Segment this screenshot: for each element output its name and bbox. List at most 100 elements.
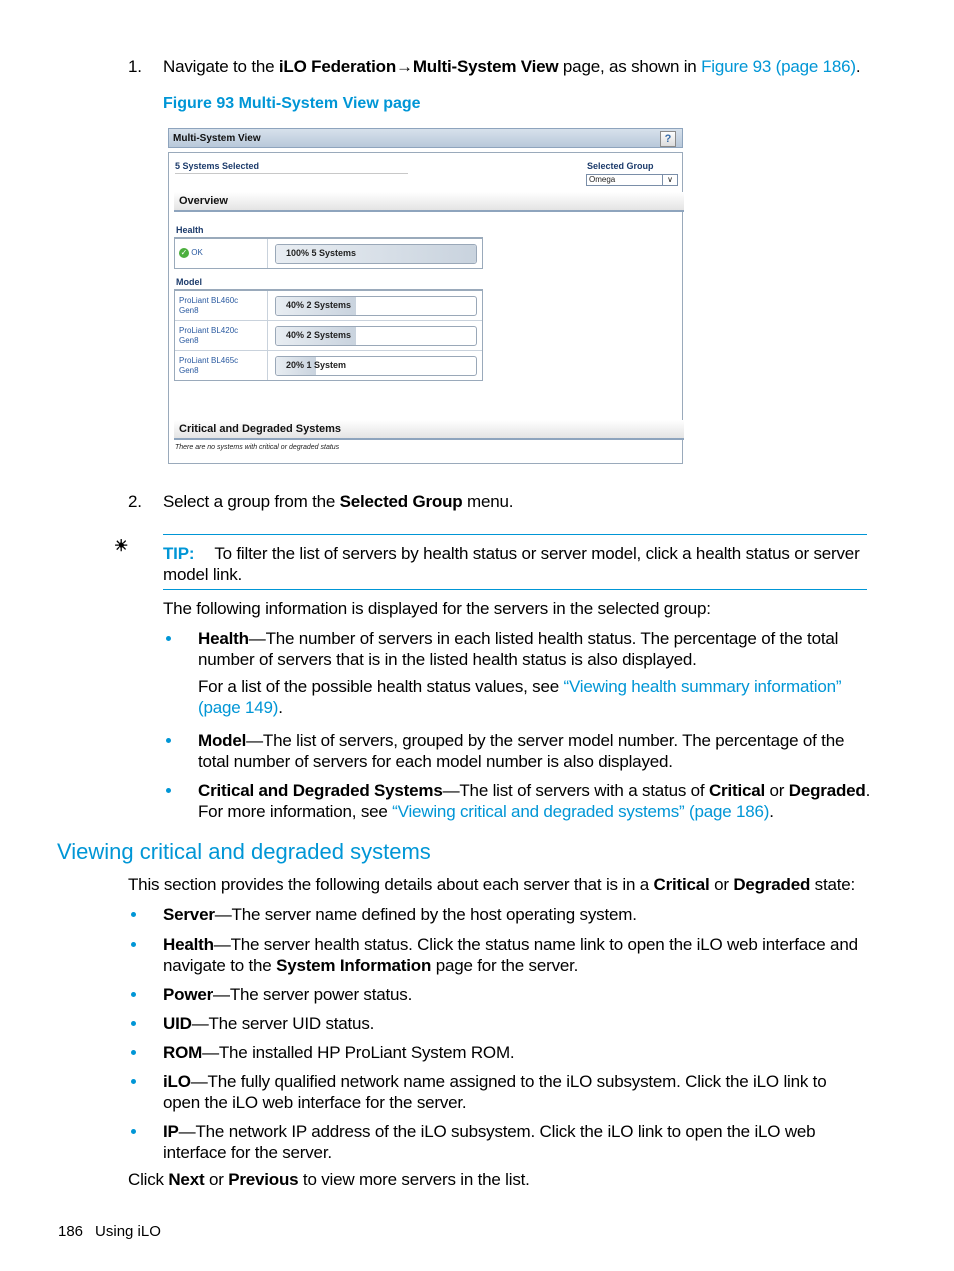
model-gen: Gen8 bbox=[179, 306, 199, 315]
bullet-icon bbox=[166, 788, 171, 793]
model-link[interactable]: ProLiant BL465c Gen8 bbox=[175, 351, 268, 380]
bullet-icon bbox=[131, 1129, 136, 1134]
detail-title: ROM bbox=[163, 1043, 203, 1062]
health-progress-bar: 100% 5 Systems bbox=[275, 244, 477, 264]
window-title: Multi-System View bbox=[173, 133, 261, 144]
info-item-title: Critical and Degraded Systems bbox=[198, 781, 443, 800]
bullet-icon bbox=[131, 992, 136, 997]
selected-group-label: Selected Group bbox=[587, 161, 654, 171]
model-gen: Gen8 bbox=[179, 366, 199, 375]
check-circle-icon: ✓ bbox=[179, 248, 189, 258]
model-link[interactable]: ProLiant BL460c Gen8 bbox=[175, 291, 268, 320]
info-sub-end: . bbox=[278, 698, 283, 717]
step-2-text: Select a group from the Selected Group m… bbox=[163, 491, 513, 512]
section-intro: This section provides the following deta… bbox=[128, 874, 855, 895]
model-progress-bar: 40% 2 Systems bbox=[275, 296, 477, 316]
closing-text-end: to view more servers in the list. bbox=[298, 1170, 530, 1189]
model-progress-label: 20% 1 System bbox=[286, 360, 347, 370]
info-intro: The following information is displayed f… bbox=[163, 599, 711, 618]
health-row: ✓ OK 100% 5 Systems bbox=[175, 239, 482, 268]
selected-group-value: Omega bbox=[589, 175, 616, 184]
detail-title: Server bbox=[163, 905, 215, 924]
degraded-term: Degraded bbox=[788, 781, 866, 800]
overview-heading: Overview bbox=[174, 192, 684, 212]
health-table: ✓ OK 100% 5 Systems bbox=[174, 237, 483, 269]
model-row: ProLiant BL465c Gen8 20% 1 System bbox=[175, 351, 482, 380]
model-row: ProLiant BL420c Gen8 40% 2 Systems bbox=[175, 321, 482, 351]
detail-text: —The server power status. bbox=[213, 985, 413, 1004]
connector-text: or bbox=[765, 781, 789, 800]
model-name: ProLiant BL420c bbox=[179, 326, 239, 335]
tip-bottom-rule bbox=[163, 589, 867, 590]
health-progress-label: 100% 5 Systems bbox=[286, 248, 357, 258]
info-item-model: Model—The list of servers, grouped by th… bbox=[198, 730, 868, 772]
sentence-end: . bbox=[865, 781, 871, 800]
detail-text: interface for the server. bbox=[163, 1143, 332, 1162]
connector-text: or bbox=[709, 875, 734, 894]
detail-text: —The server UID status. bbox=[191, 1014, 375, 1033]
detail-item-ilo: iLO—The fully qualified network name ass… bbox=[163, 1071, 827, 1113]
detail-item-ip: IP—The network IP address of the iLO sub… bbox=[163, 1121, 816, 1163]
detail-title: UID bbox=[163, 1014, 192, 1033]
critical-term: Critical bbox=[708, 781, 766, 800]
info-sub-text: For a list of the possible health status… bbox=[198, 677, 564, 696]
closing-text-a: Click bbox=[128, 1170, 169, 1189]
health-status-label: OK bbox=[191, 248, 203, 258]
tip-top-rule bbox=[163, 534, 867, 535]
detail-title: Power bbox=[163, 985, 214, 1004]
window-title-bar: Multi-System View ? bbox=[168, 128, 683, 148]
section-heading: Viewing critical and degraded systems bbox=[57, 839, 431, 864]
divider bbox=[175, 173, 408, 174]
step-2-text-a: Select a group from the bbox=[163, 492, 340, 511]
critical-degraded-heading: Critical and Degraded Systems bbox=[174, 420, 684, 440]
step-1-text-a: Navigate to the bbox=[163, 57, 279, 76]
multi-system-view-figure: Multi-System View ? 5 Systems Selected S… bbox=[168, 128, 685, 464]
menu-ilo-federation: iLO Federation bbox=[278, 57, 397, 76]
sentence-end: . bbox=[769, 802, 774, 821]
previous-term: Previous bbox=[228, 1170, 299, 1189]
detail-text: navigate to the bbox=[163, 956, 277, 975]
closing-text: Click Next or Previous to view more serv… bbox=[128, 1169, 530, 1190]
model-progress-label: 40% 2 Systems bbox=[286, 330, 352, 340]
model-name: ProLiant BL465c bbox=[179, 356, 239, 365]
chapter-title: Using iLO bbox=[95, 1223, 161, 1240]
window-body: 5 Systems Selected Selected Group Omega … bbox=[168, 152, 684, 464]
detail-text: —The installed HP ProLiant System ROM. bbox=[202, 1043, 515, 1062]
health-status-link[interactable]: ✓ OK bbox=[175, 239, 268, 268]
model-link[interactable]: ProLiant BL420c Gen8 bbox=[175, 321, 268, 350]
critical-degraded-note: There are no systems with critical or de… bbox=[175, 444, 340, 451]
model-progress-bar: 40% 2 Systems bbox=[275, 326, 477, 346]
step-2-text-b: menu. bbox=[462, 492, 514, 511]
chevron-down-icon[interactable]: ∨ bbox=[662, 175, 677, 185]
bullet-icon bbox=[131, 942, 136, 947]
info-item-critical: Critical and Degraded Systems—The list o… bbox=[198, 780, 878, 822]
critical-degraded-link[interactable]: “Viewing critical and degraded systems” … bbox=[392, 802, 769, 821]
step-2-number: 2. bbox=[128, 492, 142, 511]
systems-selected: 5 Systems Selected bbox=[175, 161, 260, 171]
menu-multi-system-view: Multi-System View bbox=[412, 57, 559, 76]
bullet-icon bbox=[131, 1021, 136, 1026]
page-number: 186 bbox=[58, 1223, 84, 1240]
detail-item-rom: ROM—The installed HP ProLiant System ROM… bbox=[163, 1042, 515, 1063]
model-heading: Model bbox=[176, 277, 202, 287]
intro-end: state: bbox=[810, 875, 856, 894]
detail-item-uid: UID—The server UID status. bbox=[163, 1013, 374, 1034]
selected-group-ref: Selected Group bbox=[339, 492, 463, 511]
selected-group-select[interactable]: Omega ∨ bbox=[586, 174, 678, 186]
bullet-icon bbox=[131, 1079, 136, 1084]
model-progress-label: 40% 2 Systems bbox=[286, 300, 352, 310]
detail-title: iLO bbox=[163, 1072, 191, 1091]
step-1-text-b: page, as shown in bbox=[558, 57, 702, 76]
next-term: Next bbox=[168, 1170, 205, 1189]
info-item-title: Model bbox=[198, 731, 247, 750]
detail-title: Health bbox=[163, 935, 214, 954]
detail-title: IP bbox=[163, 1122, 179, 1141]
figure-93-link[interactable]: Figure 93 (page 186) bbox=[701, 57, 856, 76]
page-footer: 186 Using iLO bbox=[58, 1223, 161, 1240]
model-gen: Gen8 bbox=[179, 336, 199, 345]
figure-caption: Figure 93 Multi-System View page bbox=[163, 95, 421, 112]
help-icon[interactable]: ? bbox=[660, 131, 676, 147]
detail-text: —The network IP address of the iLO subsy… bbox=[178, 1122, 816, 1141]
lightbulb-icon: ☀ bbox=[114, 538, 129, 555]
info-item-health-sub: For a list of the possible health status… bbox=[198, 676, 868, 718]
